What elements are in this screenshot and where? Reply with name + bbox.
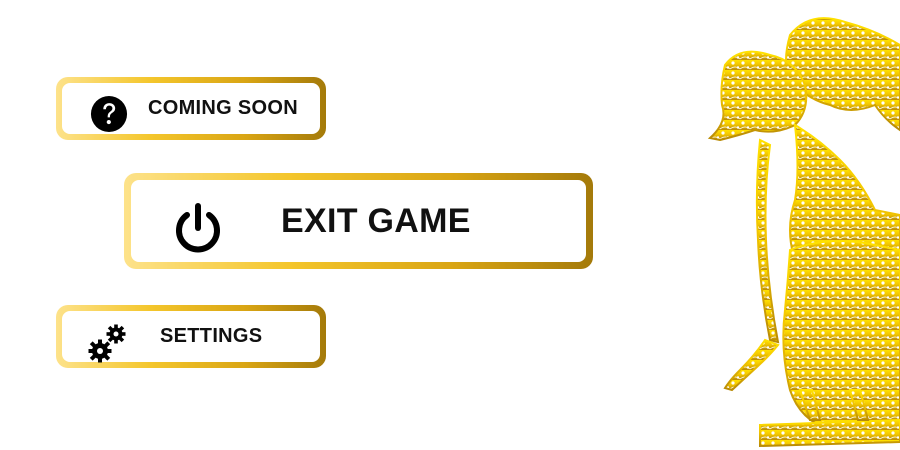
settings-button[interactable]: SETTINGS (56, 305, 326, 368)
coming-soon-label: COMING SOON (148, 97, 298, 119)
exit-game-button-face: EXIT GAME (131, 180, 586, 262)
power-icon (176, 203, 220, 253)
coming-soon-button-face: COMING SOON (62, 83, 320, 134)
exit-game-label: EXIT GAME (281, 201, 471, 240)
exit-game-button[interactable]: EXIT GAME (124, 173, 593, 269)
wayang-puppet-icon (707, 17, 900, 448)
settings-label: SETTINGS (160, 325, 263, 347)
coming-soon-button[interactable]: COMING SOON (56, 77, 326, 140)
question-circle-icon (90, 95, 128, 133)
settings-button-face: SETTINGS (62, 311, 320, 363)
gears-icon (88, 324, 126, 363)
